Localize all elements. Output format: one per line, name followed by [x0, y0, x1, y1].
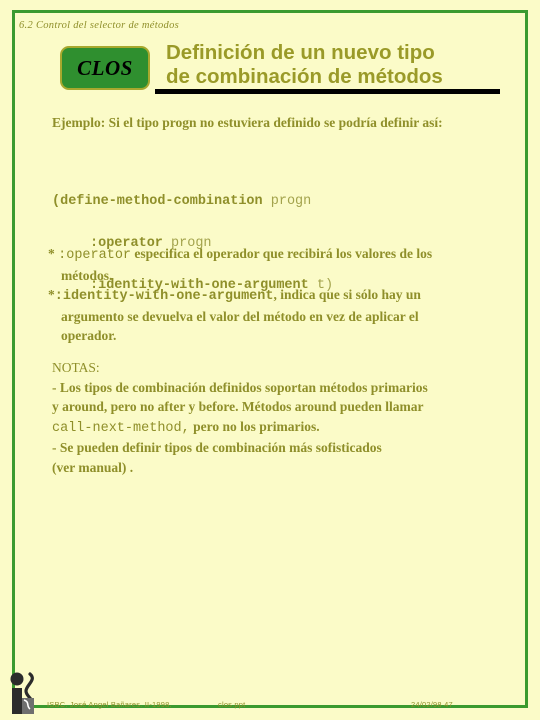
- bullet-item-operator: * :operator especifica el operador que r…: [48, 244, 520, 285]
- footer-filename: clos.ppt: [218, 700, 246, 709]
- bullet-cont-1: métodos.: [48, 266, 520, 286]
- notes-line-3-code: call-next-method,: [52, 420, 190, 436]
- notes-section: NOTAS: - Los tipos de combinación defini…: [52, 358, 524, 477]
- intro-paragraph: Ejemplo: Si el tipo progn no estuviera d…: [52, 115, 443, 130]
- footer-author: ISBC. José Angel Bañares. II-1998.: [47, 700, 172, 709]
- page-title: Definición de un nuevo tipo de combinaci…: [166, 41, 516, 89]
- code-line-1-arg: progn: [262, 194, 312, 209]
- bullet-cont-text-1: métodos.: [61, 267, 113, 283]
- bullet-code-2: :identity-with-one-argument: [54, 289, 274, 304]
- notes-line-3-rest: pero no los primarios.: [189, 418, 320, 434]
- bullet-marker-2: *: [48, 287, 55, 302]
- clos-badge: CLOS: [60, 46, 150, 90]
- bullet-text-1: especifica el operador que recibirá los …: [131, 246, 433, 261]
- bullet-list: * :operator especifica el operador que r…: [48, 244, 520, 346]
- page-title-line-2: de combinación de métodos: [166, 65, 443, 88]
- bullet-cont-text-2: argumento se devuelva el valor del métod…: [61, 308, 419, 324]
- page-title-line-1: Definición de un nuevo tipo: [166, 41, 435, 64]
- bullet-code-1: :operator: [58, 248, 132, 263]
- bullet-cont-3: operador.: [48, 326, 520, 346]
- notes-line-2: y around, pero no after y before. Método…: [52, 399, 424, 414]
- footer-date-and-page: 24/02/98 47: [411, 700, 453, 709]
- clos-badge-label: CLOS: [77, 55, 133, 80]
- section-label: 6.2 Control del selector de métodos: [19, 20, 180, 31]
- notes-line-4: - Se pueden definir tipos de combinación…: [52, 440, 382, 455]
- notes-heading: NOTAS:: [52, 360, 100, 375]
- notes-line-3: call-next-method, pero no los primarios.: [52, 417, 524, 439]
- slide-canvas: 6.2 Control del selector de métodos CLOS…: [0, 0, 540, 720]
- bullet-item-identity: *:identity-with-one-argument, indica que…: [48, 285, 520, 346]
- notes-line-5: (ver manual) .: [52, 459, 134, 475]
- title-underline-rule: [155, 89, 500, 94]
- code-line-1: (define-method-combination progn: [52, 191, 333, 212]
- bullet-text-2: , indica que si sólo hay un: [273, 287, 421, 302]
- bullet-cont-2: argumento se devuelva el valor del métod…: [48, 307, 520, 327]
- bullet-cont-text-3: operador.: [61, 328, 117, 343]
- bullet-marker-1: *: [48, 246, 55, 261]
- isbc-person-logo: [10, 672, 34, 714]
- notes-line-1: - Los tipos de combinación definidos sop…: [52, 379, 428, 395]
- code-line-1-head: (define-method-combination: [52, 194, 263, 209]
